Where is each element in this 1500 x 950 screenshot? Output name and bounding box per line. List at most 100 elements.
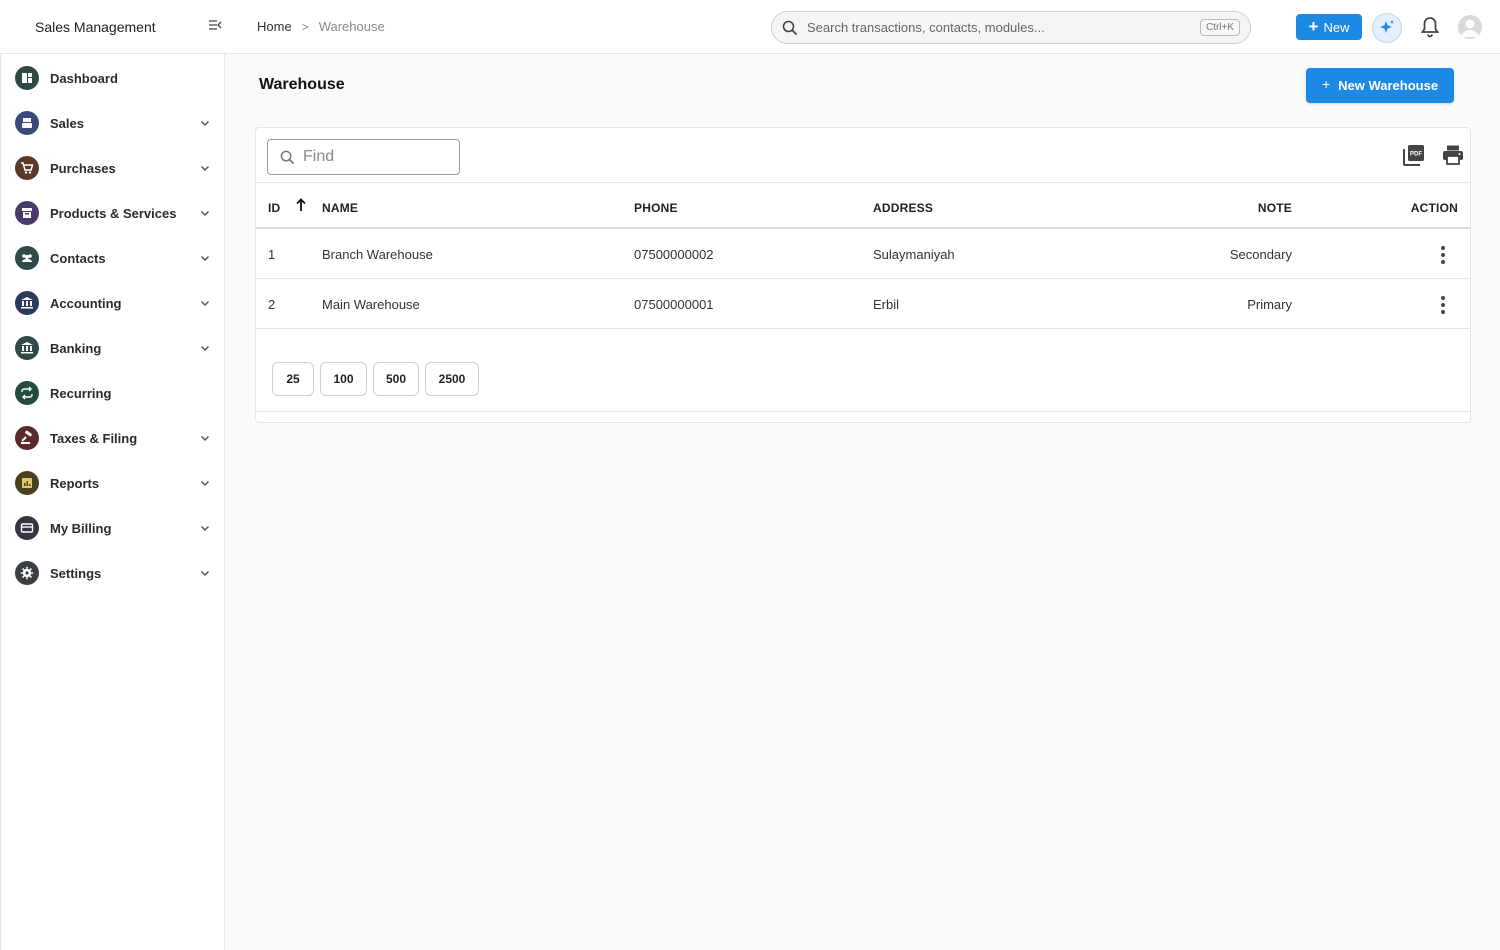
export-pdf-icon[interactable]: PDF bbox=[1403, 144, 1425, 169]
warehouse-table-card: PDF ID NAME PHONE ADDRESS NOTE ACTION 1 Branch… bbox=[255, 127, 1471, 423]
new-warehouse-label: New Warehouse bbox=[1338, 78, 1439, 93]
top-bar: Sales Management Home > Warehouse Ctrl+K… bbox=[0, 0, 1500, 54]
user-avatar[interactable] bbox=[1458, 15, 1482, 39]
plus-icon: + bbox=[1321, 76, 1331, 92]
sidebar-item-repeat[interactable]: Recurring bbox=[15, 377, 215, 409]
chevron-down-icon bbox=[200, 255, 210, 262]
sidebar-item-bank[interactable]: Accounting bbox=[15, 287, 215, 319]
breadcrumb-separator: > bbox=[301, 19, 309, 34]
table-row[interactable]: 1 Branch Warehouse 07500000002 Sulaymaniyah… bbox=[256, 229, 1470, 279]
search-icon bbox=[280, 150, 295, 164]
column-header-address[interactable]: ADDRESS bbox=[873, 201, 933, 215]
breadcrumb: Home > Warehouse bbox=[257, 19, 385, 34]
sidebar-item-billing[interactable]: My Billing bbox=[15, 512, 215, 544]
cart-icon bbox=[15, 156, 39, 180]
cell-id: 2 bbox=[268, 297, 276, 312]
search-icon bbox=[782, 20, 798, 35]
sidebar-item-box[interactable]: Products & Services bbox=[15, 197, 215, 229]
report-icon bbox=[15, 471, 39, 495]
chevron-down-icon bbox=[200, 210, 210, 217]
billing-icon bbox=[15, 516, 39, 540]
page-size-button-25[interactable]: 25 bbox=[272, 362, 314, 396]
sidebar-item-cash-register[interactable]: Sales bbox=[15, 107, 215, 139]
sidebar-item-label: Purchases bbox=[50, 160, 116, 176]
sidebar-item-people[interactable]: Contacts bbox=[15, 242, 215, 274]
new-button-label: New bbox=[1323, 19, 1350, 35]
cell-phone: 07500000001 bbox=[634, 297, 714, 312]
gavel-icon bbox=[15, 426, 39, 450]
sidebar-item-label: Products & Services bbox=[50, 205, 177, 221]
find-field[interactable] bbox=[267, 139, 460, 175]
app-title: Sales Management bbox=[35, 19, 156, 35]
sidebar-item-label: Reports bbox=[50, 475, 100, 491]
column-header-phone[interactable]: PHONE bbox=[634, 201, 678, 215]
divider bbox=[256, 411, 1470, 412]
chevron-down-icon bbox=[200, 435, 210, 442]
breadcrumb-home[interactable]: Home bbox=[257, 19, 292, 34]
ai-assistant-button[interactable] bbox=[1372, 13, 1402, 43]
sidebar-item-label: Taxes & Filing bbox=[50, 430, 138, 446]
cell-note: Primary bbox=[1247, 297, 1292, 312]
new-button[interactable]: + New bbox=[1296, 14, 1362, 40]
sidebar-item-label: Settings bbox=[50, 565, 102, 581]
sidebar-item-dashboard[interactable]: Dashboard bbox=[15, 62, 215, 94]
page-title: Warehouse bbox=[259, 76, 345, 93]
repeat-icon bbox=[15, 381, 39, 405]
cell-name: Branch Warehouse bbox=[322, 247, 433, 262]
sidebar-item-gear[interactable]: Settings bbox=[15, 557, 215, 589]
sidebar-item-label: My Billing bbox=[50, 520, 112, 536]
sidebar-item-label: Dashboard bbox=[50, 70, 118, 86]
row-actions-kebab-icon[interactable] bbox=[1436, 245, 1450, 265]
row-actions-kebab-icon[interactable] bbox=[1436, 295, 1450, 315]
sidebar: Dashboard Sales Purchases Products & Servic… bbox=[0, 54, 225, 950]
page-size-button-2500[interactable]: 2500 bbox=[425, 362, 479, 396]
people-icon bbox=[15, 246, 39, 270]
cell-address: Erbil bbox=[873, 297, 900, 312]
svg-text:PDF: PDF bbox=[1410, 152, 1422, 158]
page-size-button-100[interactable]: 100 bbox=[320, 362, 367, 396]
sidebar-item-report[interactable]: Reports bbox=[15, 467, 215, 499]
sidebar-item-label: Sales bbox=[50, 115, 84, 131]
find-input[interactable] bbox=[303, 148, 453, 166]
breadcrumb-current: Warehouse bbox=[318, 19, 385, 34]
cell-note: Secondary bbox=[1229, 247, 1292, 262]
column-header-name[interactable]: NAME bbox=[322, 201, 358, 215]
table-row[interactable]: 2 Main Warehouse 07500000001 Erbil Primary bbox=[256, 279, 1470, 329]
chevron-down-icon bbox=[200, 120, 210, 127]
cash-register-icon bbox=[15, 111, 39, 135]
column-header-action[interactable]: ACTION bbox=[1411, 201, 1458, 215]
global-search-input[interactable] bbox=[807, 20, 1200, 35]
bank-building-icon bbox=[15, 336, 39, 360]
column-header-id[interactable]: ID bbox=[268, 201, 280, 215]
sidebar-item-label: Accounting bbox=[50, 295, 122, 311]
chevron-down-icon bbox=[200, 165, 210, 172]
box-icon bbox=[15, 201, 39, 225]
notifications-bell-icon[interactable] bbox=[1420, 16, 1440, 41]
collapse-sidebar-icon[interactable] bbox=[208, 18, 226, 36]
chevron-down-icon bbox=[200, 300, 210, 307]
sidebar-item-label: Contacts bbox=[50, 250, 106, 266]
plus-icon: + bbox=[1308, 16, 1319, 36]
chevron-down-icon bbox=[200, 480, 210, 487]
chevron-down-icon bbox=[200, 525, 210, 532]
search-shortcut-badge: Ctrl+K bbox=[1199, 19, 1240, 36]
sidebar-item-label: Recurring bbox=[50, 385, 112, 401]
new-warehouse-button[interactable]: + New Warehouse bbox=[1306, 68, 1454, 103]
sidebar-item-cart[interactable]: Purchases bbox=[15, 152, 215, 184]
cell-id: 1 bbox=[268, 247, 276, 262]
global-search[interactable]: Ctrl+K bbox=[771, 11, 1251, 44]
chevron-down-icon bbox=[200, 345, 210, 352]
cell-address: Sulaymaniyah bbox=[873, 247, 955, 262]
sort-ascending-icon[interactable] bbox=[296, 198, 306, 215]
chevron-down-icon bbox=[200, 570, 210, 577]
sidebar-item-gavel[interactable]: Taxes & Filing bbox=[15, 422, 215, 454]
table-header: ID NAME PHONE ADDRESS NOTE ACTION bbox=[256, 182, 1470, 229]
bank-icon bbox=[15, 291, 39, 315]
sidebar-item-bank-building[interactable]: Banking bbox=[15, 332, 215, 364]
cell-phone: 07500000002 bbox=[634, 247, 714, 262]
cell-name: Main Warehouse bbox=[322, 297, 420, 312]
column-header-note[interactable]: NOTE bbox=[1258, 201, 1292, 215]
print-icon[interactable] bbox=[1442, 144, 1464, 169]
page-size-button-500[interactable]: 500 bbox=[373, 362, 419, 396]
gear-icon bbox=[15, 561, 39, 585]
